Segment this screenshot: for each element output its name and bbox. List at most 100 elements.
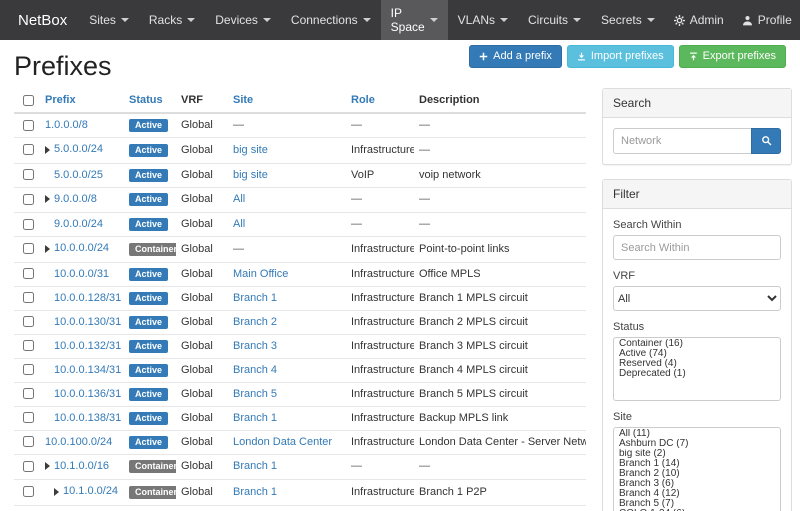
row-checkbox[interactable] [23, 436, 34, 447]
select-all-checkbox[interactable] [23, 95, 34, 106]
filter-option[interactable]: Reserved (4) [614, 359, 780, 369]
vrf-cell: Global [176, 113, 228, 138]
filter-option[interactable]: Active (74) [614, 349, 780, 359]
table-row: 10.1.0.0/25ActiveGlobalBranch 1—— [14, 505, 586, 511]
site-link[interactable]: Branch 5 [233, 388, 277, 400]
filter-option[interactable]: Deprecated (1) [614, 369, 780, 379]
nav-item-label: VLANs [458, 13, 495, 27]
column-header-description: Description [419, 94, 480, 106]
prefix-link[interactable]: 10.0.0.134/31 [54, 364, 121, 377]
status-listbox[interactable]: Container (16)Active (74)Reserved (4)Dep… [613, 337, 781, 401]
prefix-link[interactable]: 1.0.0.0/8 [45, 119, 88, 132]
prefix-link[interactable]: 10.0.100.0/24 [45, 436, 112, 449]
prefix-link[interactable]: 10.1.0.0/24 [63, 485, 118, 498]
row-checkbox[interactable] [23, 316, 34, 327]
filter-option[interactable]: Branch 2 (10) [614, 469, 780, 479]
nav-admin[interactable]: Admin [665, 0, 733, 40]
prefix-link[interactable]: 10.0.0.132/31 [54, 340, 121, 353]
prefix-link[interactable]: 5.0.0.0/25 [54, 169, 103, 182]
site-link[interactable]: All [233, 218, 245, 230]
status-cell: Active [124, 310, 176, 334]
prefix-link[interactable]: 10.0.0.138/31 [54, 412, 121, 425]
row-checkbox[interactable] [23, 268, 34, 279]
site-listbox[interactable]: All (11)Ashburn DC (7)big site (2)Branch… [613, 427, 781, 511]
filter-option[interactable]: Branch 4 (12) [614, 489, 780, 499]
filter-option[interactable]: All (11) [614, 429, 780, 439]
nav-item-vlans[interactable]: VLANs [448, 0, 518, 40]
nav-item-sites[interactable]: Sites [79, 0, 139, 40]
status-cell: Container [124, 454, 176, 480]
prefix-link[interactable]: 10.0.0.128/31 [54, 292, 121, 305]
row-checkbox[interactable] [23, 412, 34, 423]
filter-option[interactable]: big site (2) [614, 449, 780, 459]
nav-item-secrets[interactable]: Secrets [591, 0, 665, 40]
prefix-link[interactable]: 10.1.0.0/16 [54, 460, 109, 473]
prefix-cell: 5.0.0.0/25 [40, 163, 124, 187]
row-checkbox[interactable] [23, 364, 34, 375]
filter-option[interactable]: Branch 1 (14) [614, 459, 780, 469]
nav-item-racks[interactable]: Racks [139, 0, 205, 40]
row-checkbox[interactable] [23, 219, 34, 230]
prefix-link[interactable]: 9.0.0.0/24 [54, 218, 103, 231]
site-link[interactable]: Branch 3 [233, 340, 277, 352]
site-link[interactable]: big site [233, 144, 268, 156]
status-cell: Active [124, 286, 176, 310]
site-link[interactable]: Branch 1 [233, 460, 277, 472]
prefix-link[interactable]: 10.0.0.136/31 [54, 388, 121, 401]
nav-item-label: Devices [215, 13, 258, 27]
row-checkbox[interactable] [23, 144, 34, 155]
import-prefixes-button[interactable]: Import prefixes [567, 45, 674, 68]
add-prefix-button[interactable]: Add a prefix [469, 45, 562, 68]
search-input[interactable] [613, 128, 751, 154]
filter-option[interactable]: Container (16) [614, 339, 780, 349]
site-link[interactable]: Branch 4 [233, 364, 277, 376]
prefix-link[interactable]: 10.0.0.130/31 [54, 316, 121, 329]
status-badge: Active [129, 218, 168, 231]
column-header-status[interactable]: Status [129, 94, 163, 106]
vrf-select[interactable]: All [613, 286, 781, 311]
filter-option[interactable]: Branch 5 (7) [614, 499, 780, 509]
prefix-link[interactable]: 10.0.0.0/24 [54, 242, 109, 255]
row-checkbox[interactable] [23, 340, 34, 351]
row-checkbox[interactable] [23, 120, 34, 131]
prefix-link[interactable]: 5.0.0.0/24 [54, 143, 103, 156]
vrf-cell: Global [176, 163, 228, 187]
nav-item-ip-space[interactable]: IP Space [381, 0, 448, 40]
row-checkbox[interactable] [23, 169, 34, 180]
filter-option[interactable]: Ashburn DC (7) [614, 439, 780, 449]
site-link[interactable]: Branch 1 [233, 412, 277, 424]
site-link[interactable]: Branch 1 [233, 486, 277, 498]
search-button[interactable] [751, 128, 781, 154]
row-checkbox[interactable] [23, 292, 34, 303]
site-link[interactable]: Main Office [233, 268, 288, 280]
nav-item-connections[interactable]: Connections [281, 0, 381, 40]
nav-profile[interactable]: Profile [733, 0, 800, 40]
row-checkbox[interactable] [23, 486, 34, 497]
row-checkbox[interactable] [23, 461, 34, 472]
site-link[interactable]: Branch 2 [233, 316, 277, 328]
site-link[interactable]: Branch 1 [233, 292, 277, 304]
site-link[interactable]: big site [233, 169, 268, 181]
prefix-link[interactable]: 10.0.0.0/31 [54, 268, 109, 281]
prefix-link[interactable]: 9.0.0.0/8 [54, 193, 97, 206]
row-checkbox[interactable] [23, 243, 34, 254]
nav-item-circuits[interactable]: Circuits [518, 0, 591, 40]
table-row: 10.0.0.132/31ActiveGlobalBranch 3Infrast… [14, 334, 586, 358]
row-checkbox[interactable] [23, 388, 34, 399]
site-link[interactable]: All [233, 193, 245, 205]
filter-option[interactable]: Branch 3 (6) [614, 479, 780, 489]
site-link[interactable]: London Data Center [233, 436, 332, 448]
export-prefixes-button[interactable]: Export prefixes [679, 45, 786, 68]
row-checkbox[interactable] [23, 194, 34, 205]
column-header-site[interactable]: Site [233, 94, 253, 106]
column-header-prefix[interactable]: Prefix [45, 94, 76, 106]
nav-item-devices[interactable]: Devices [205, 0, 281, 40]
child-prefix-arrow-icon [54, 488, 59, 496]
brand-netbox[interactable]: NetBox [6, 0, 79, 40]
import-prefixes-label: Import prefixes [591, 50, 664, 63]
vrf-cell: Global [176, 213, 228, 237]
search-within-input[interactable] [613, 235, 781, 260]
column-header-role[interactable]: Role [351, 94, 375, 106]
nav-item-label: Racks [149, 13, 182, 27]
site-cell: Branch 2 [228, 310, 346, 334]
